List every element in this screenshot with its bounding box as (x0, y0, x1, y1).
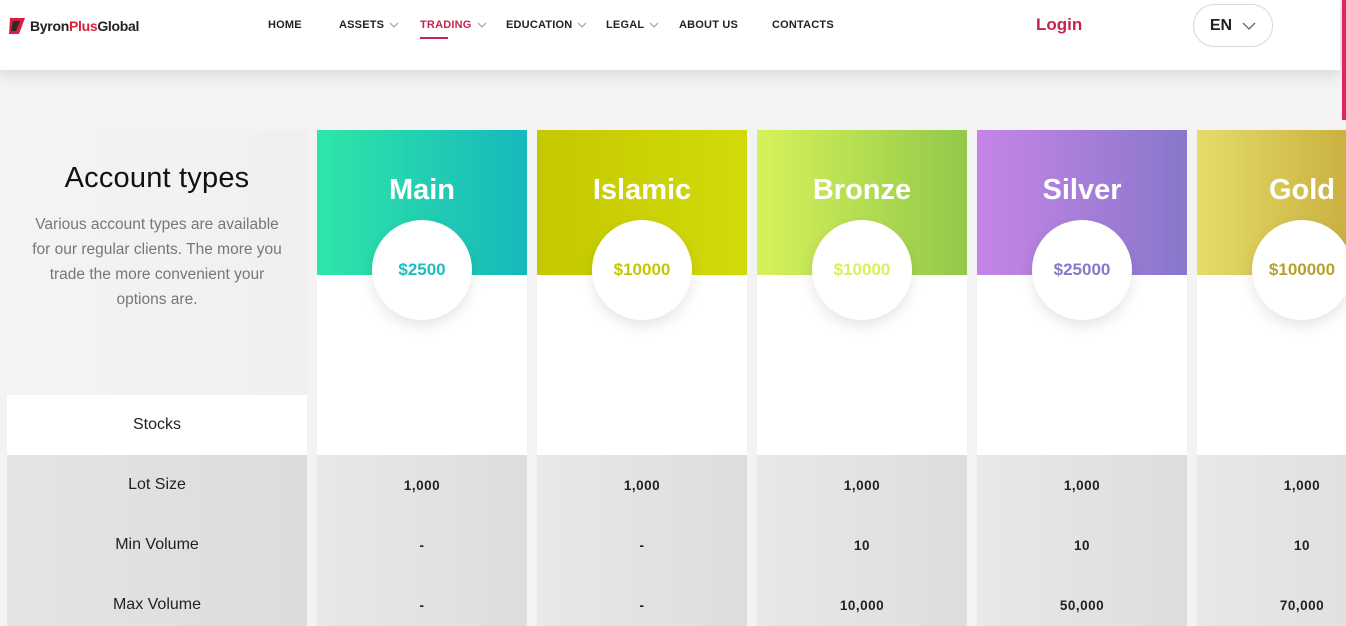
account-name: Silver (1042, 174, 1122, 206)
account-price: $10000 (592, 220, 692, 320)
min-volume-value: 10 (1073, 537, 1091, 553)
max-volume-value: 10,000 (839, 597, 885, 613)
max-volume-value: 50,000 (1059, 597, 1105, 613)
lot-size-value: 1,000 (403, 477, 441, 493)
page-title: Account types (64, 162, 250, 194)
nav-item-assets[interactable]: ASSETS (339, 19, 399, 31)
nav-label: ABOUT US (679, 19, 739, 31)
account-price: $25000 (1032, 220, 1132, 320)
nav-item-legal[interactable]: LEGAL (606, 19, 659, 31)
nav-label: CONTACTS (772, 19, 834, 31)
nav-item-trading[interactable]: TRADING (420, 19, 487, 39)
nav-label: TRADING (420, 19, 472, 31)
page-edge-accent (1342, 0, 1346, 120)
chevron-down-icon (649, 22, 659, 28)
intro-description: Various account types are available for … (32, 216, 282, 308)
chevron-down-icon (578, 22, 587, 28)
chevron-down-icon (389, 22, 399, 28)
account-card-silver: Silver $25000 1,000 10 50,000 (977, 130, 1187, 626)
account-card-gold: Gold $100000 1,000 10 70,000 (1197, 130, 1346, 626)
chevron-down-icon (1242, 22, 1256, 30)
max-volume-value: - (639, 597, 645, 613)
account-card-bronze: Bronze $10000 1,000 10 10,000 (757, 130, 967, 626)
account-card-main: Main $2500 1,000 - - (317, 130, 527, 626)
account-name: Gold (1268, 174, 1336, 206)
lot-size-value: 1,000 (623, 477, 661, 493)
min-volume-value: 10 (1293, 537, 1311, 553)
account-card-islamic: Islamic $10000 1,000 - - (537, 130, 747, 626)
account-price: $10000 (812, 220, 912, 320)
account-name: Islamic (592, 174, 692, 206)
nav-item-education[interactable]: EDUCATION (506, 19, 587, 31)
max-volume-value: 70,000 (1279, 597, 1325, 613)
language-label: EN (1209, 16, 1233, 34)
nav-item-about-us[interactable]: ABOUT US (679, 19, 738, 31)
brand-logo[interactable]: ByronPlusGlobal (8, 16, 139, 36)
account-types-intro: Account types Various account types are … (7, 130, 307, 395)
lot-size-value: 1,000 (843, 477, 881, 493)
account-specs: 1,000 - - (317, 455, 527, 626)
min-volume-value: 10 (853, 537, 871, 553)
account-name: Bronze (812, 174, 912, 206)
nav-label: LEGAL (606, 19, 645, 31)
account-name: Main (388, 174, 456, 206)
logo-icon (9, 18, 25, 34)
chevron-down-icon (477, 22, 486, 28)
min-volume-value: - (639, 537, 645, 553)
logo-text: ByronPlusGlobal (30, 18, 140, 34)
stocks-label: Stocks (7, 395, 307, 455)
min-volume-label: Min Volume (7, 515, 307, 575)
language-selector[interactable]: EN (1193, 4, 1273, 47)
max-volume-label: Max Volume (7, 575, 307, 626)
lot-size-label: Lot Size (7, 455, 307, 515)
account-price: $2500 (372, 220, 472, 320)
nav-item-home[interactable]: HOME (268, 19, 302, 31)
account-specs: 1,000 - - (537, 455, 747, 626)
site-header: ByronPlusGlobal HOME ASSETS TRADING EDUCATI… (0, 0, 1340, 70)
account-price: $100000 (1252, 220, 1346, 320)
nav-item-contacts[interactable]: CONTACTS (772, 19, 834, 31)
account-specs: 1,000 10 10,000 (757, 455, 967, 626)
nav-label: ASSETS (339, 19, 385, 31)
nav-label: EDUCATION (506, 19, 573, 31)
account-specs: 1,000 10 50,000 (977, 455, 1187, 626)
nav-label: HOME (268, 19, 302, 31)
max-volume-value: - (419, 597, 425, 613)
account-specs: 1,000 10 70,000 (1197, 455, 1346, 626)
min-volume-value: - (419, 537, 425, 553)
lot-size-value: 1,000 (1283, 477, 1321, 493)
login-link[interactable]: Login (1036, 15, 1082, 35)
lot-size-value: 1,000 (1063, 477, 1101, 493)
